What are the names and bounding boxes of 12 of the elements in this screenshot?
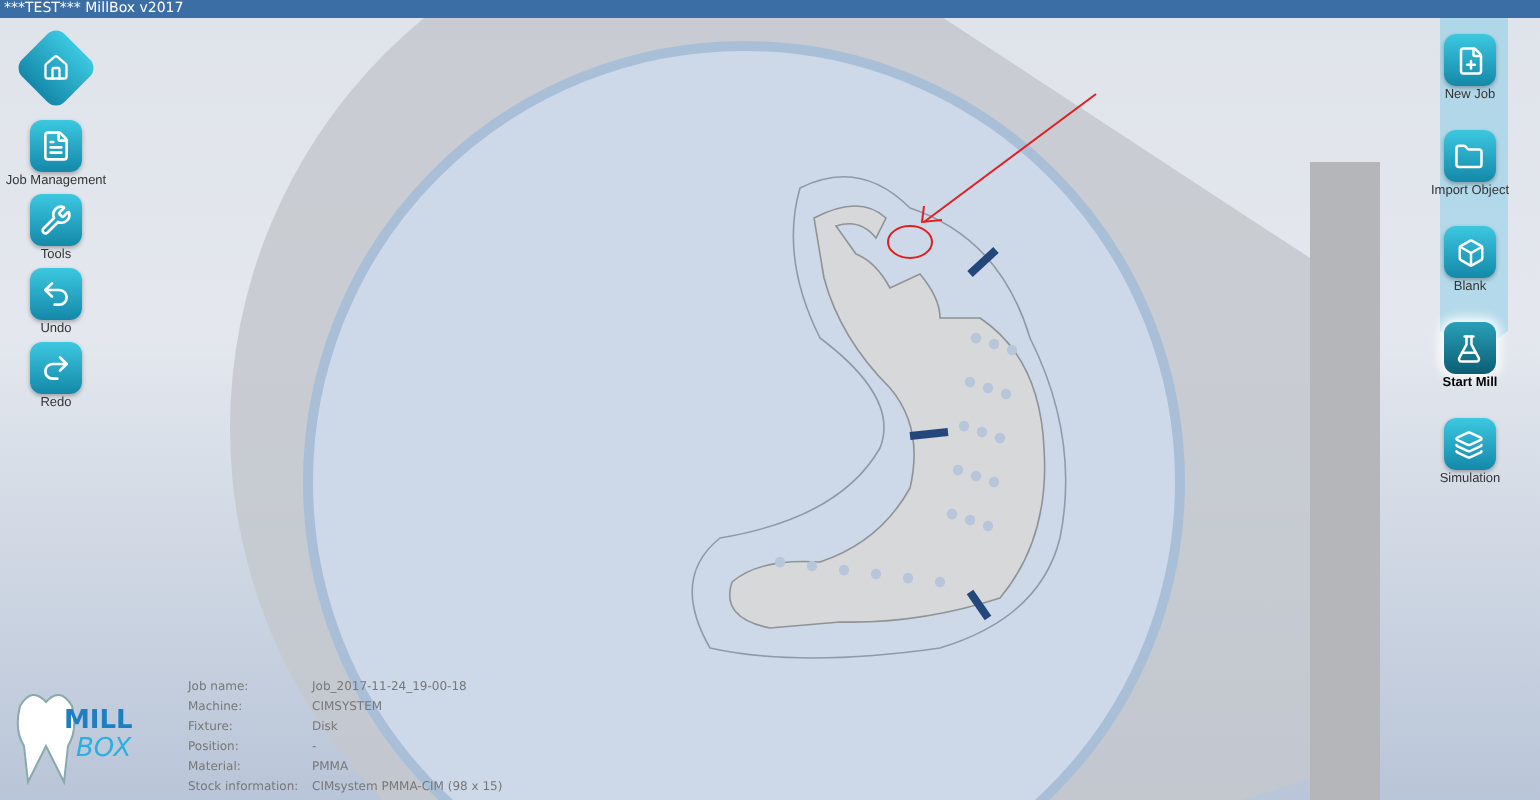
annotation-circle [887, 225, 933, 259]
mill-icon [1454, 333, 1485, 363]
folder-icon [1454, 141, 1485, 171]
undo-icon [40, 278, 72, 310]
new-file-icon [1455, 45, 1485, 75]
redo-icon [40, 352, 72, 384]
logo-text: BOX [76, 736, 133, 764]
home-icon [42, 54, 70, 82]
tools-icon [40, 204, 72, 236]
block-icon [1455, 237, 1485, 267]
logo-text: MILL [64, 708, 133, 736]
stack-icon [1454, 429, 1485, 459]
